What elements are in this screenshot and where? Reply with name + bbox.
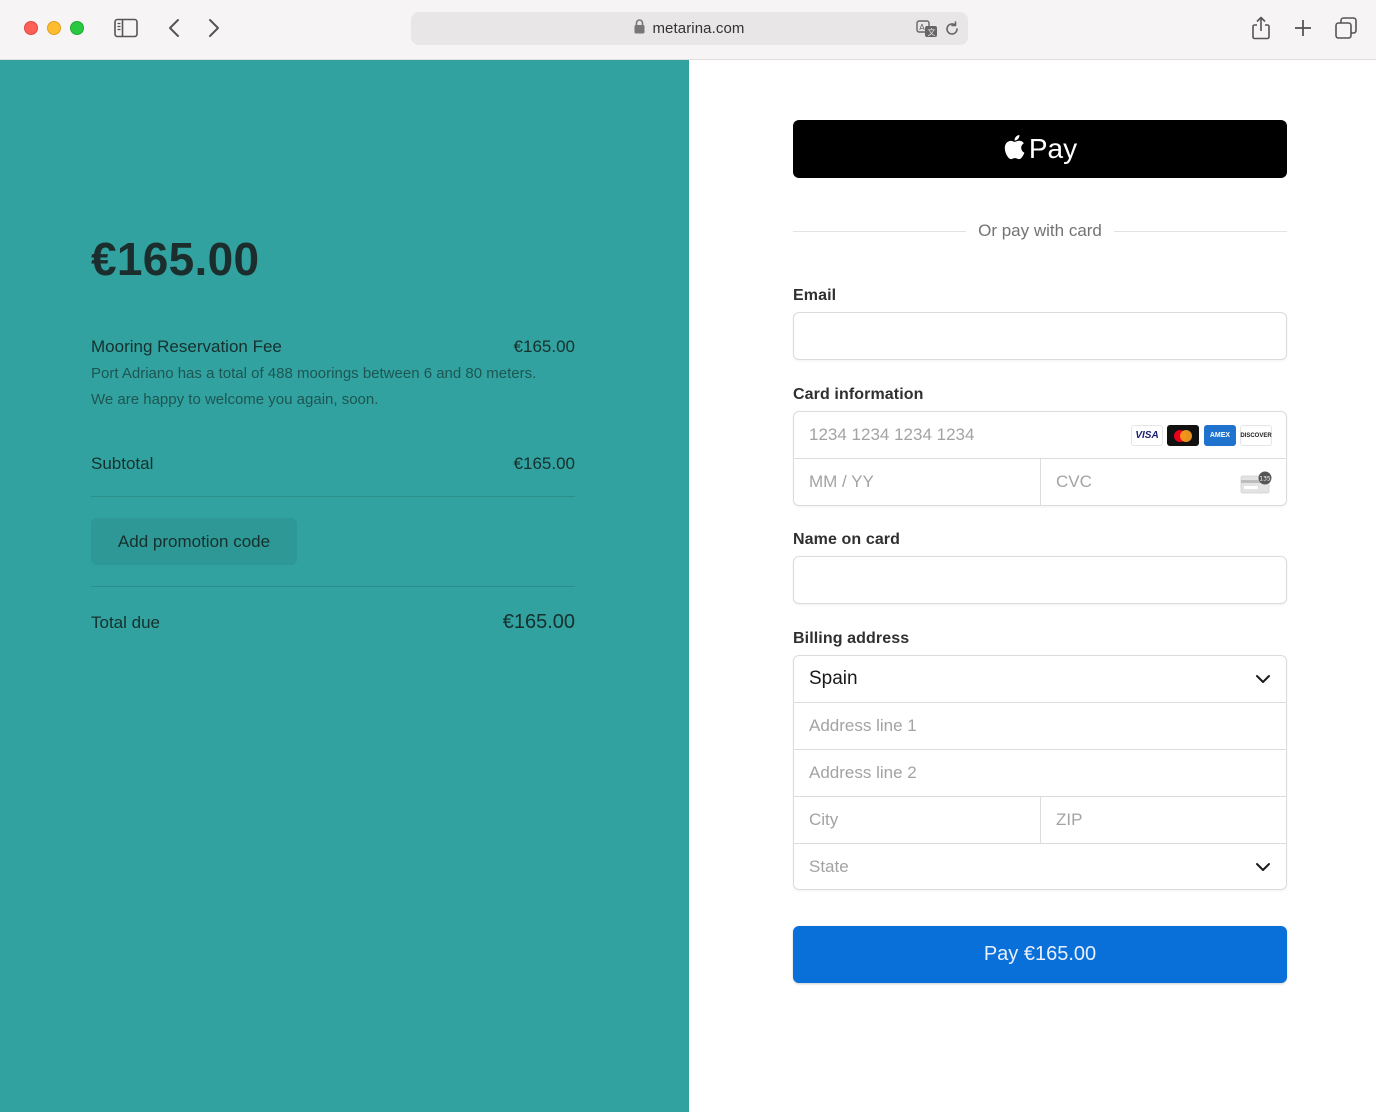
total-due-value: €165.00	[502, 611, 575, 633]
close-window-button[interactable]	[24, 21, 38, 35]
minimize-window-button[interactable]	[47, 21, 61, 35]
email-field[interactable]	[793, 312, 1287, 360]
new-tab-icon[interactable]	[1292, 17, 1314, 39]
chevron-down-icon	[1255, 669, 1271, 689]
card-information-label: Card information	[793, 386, 924, 403]
address-line-1-input[interactable]: Address line 1	[794, 703, 1286, 749]
tabs-overview-icon[interactable]	[1334, 16, 1358, 40]
pay-button[interactable]: Pay €165.00	[793, 926, 1287, 983]
billing-address-group: Spain Address line 1 Address line 2 City…	[793, 655, 1287, 890]
zip-input[interactable]: ZIP	[1041, 797, 1286, 843]
total-amount-heading: €165.00	[91, 233, 260, 285]
sidebar-icon[interactable]	[114, 17, 138, 39]
city-input[interactable]: City	[794, 797, 1040, 843]
svg-text:文: 文	[928, 27, 936, 37]
share-icon[interactable]	[1250, 15, 1272, 41]
name-on-card-field[interactable]	[793, 556, 1287, 604]
summary-divider	[91, 496, 575, 497]
expiry-date-input[interactable]: MM / YY	[794, 459, 1040, 505]
state-select[interactable]: State	[794, 844, 1286, 889]
subtotal-label: Subtotal	[91, 454, 154, 473]
summary-divider	[91, 586, 575, 587]
apple-pay-button[interactable]: Pay	[793, 120, 1287, 178]
reload-icon[interactable]	[943, 20, 961, 38]
translate-icon[interactable]: A文	[915, 19, 939, 39]
cvc-input[interactable]: CVC	[1041, 459, 1241, 505]
cvc-card-icon: 135	[1240, 471, 1274, 500]
url-text: metarina.com	[652, 20, 745, 37]
discover-icon: DISCOVER	[1240, 425, 1272, 446]
browser-toolbar: metarina.com A文	[0, 0, 1376, 60]
subtotal-value: €165.00	[513, 454, 575, 473]
line-item-name: Mooring Reservation Fee	[91, 337, 282, 356]
line-item-price: €165.00	[513, 337, 575, 356]
apple-logo-icon	[1003, 134, 1025, 165]
card-information-group: 1234 1234 1234 1234 VISA AMEX DISCOVER M…	[793, 411, 1287, 506]
state-select-placeholder: State	[809, 856, 849, 876]
visa-icon: VISA	[1131, 425, 1163, 446]
line-item-description: Port Adriano has a total of 488 moorings…	[91, 365, 537, 408]
svg-text:A: A	[919, 23, 925, 32]
chevron-down-icon	[1255, 857, 1271, 877]
or-pay-with-card-divider: Or pay with card	[793, 220, 1288, 242]
order-summary-panel: €165.00 Mooring Reservation Fee €165.00 …	[0, 60, 689, 1112]
email-label: Email	[793, 287, 837, 304]
name-on-card-label: Name on card	[793, 531, 901, 548]
forward-icon[interactable]	[204, 17, 224, 39]
total-due-label: Total due	[91, 613, 160, 632]
zoom-window-button[interactable]	[70, 21, 84, 35]
address-bar[interactable]: metarina.com A文	[411, 12, 968, 45]
svg-text:135: 135	[1259, 475, 1271, 482]
amex-icon: AMEX	[1204, 425, 1236, 446]
billing-address-label: Billing address	[793, 630, 910, 647]
mastercard-icon	[1167, 425, 1199, 446]
email-field-value	[794, 313, 1286, 359]
or-pay-with-card-text: Or pay with card	[978, 221, 1102, 240]
country-selected-value: Spain	[809, 668, 858, 689]
name-on-card-value	[794, 557, 1286, 603]
card-number-input[interactable]: 1234 1234 1234 1234	[794, 412, 1124, 458]
add-promotion-code-button[interactable]: Add promotion code	[91, 518, 297, 565]
country-select[interactable]: Spain	[794, 656, 1286, 702]
address-line-2-input[interactable]: Address line 2	[794, 750, 1286, 796]
back-icon[interactable]	[164, 17, 184, 39]
apple-pay-label: Pay	[1028, 133, 1078, 164]
lock-icon	[634, 18, 645, 39]
